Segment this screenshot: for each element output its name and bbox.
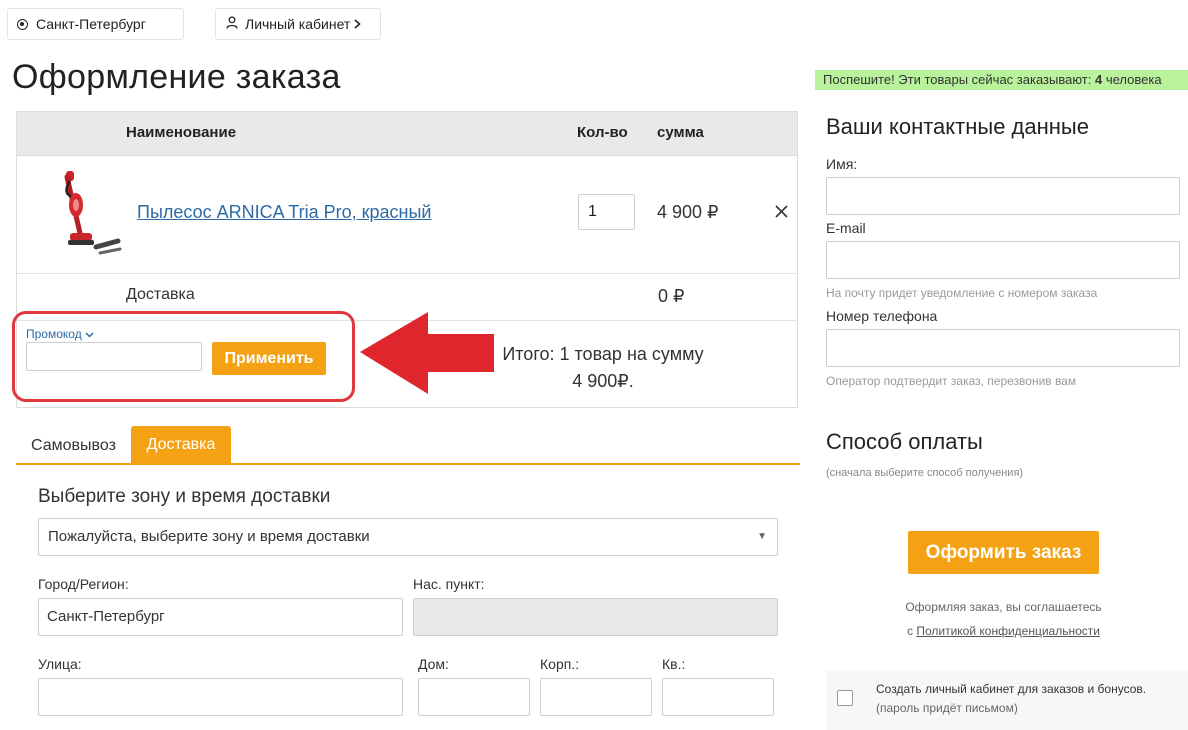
create-account-box: Создать личный кабинет для заказов и бон… — [826, 670, 1188, 730]
payment-hint: (сначала выберите способ получения) — [826, 467, 1024, 479]
create-account-sub: (пароль придёт письмом) — [876, 701, 1018, 715]
agreement-text: Оформляя заказ, вы соглашаетесь с Полити… — [826, 595, 1181, 643]
apartment-label: Кв.: — [662, 656, 686, 672]
row-divider — [17, 273, 797, 274]
payment-title: Способ оплаты — [826, 429, 983, 454]
name-input[interactable] — [826, 177, 1180, 215]
header-name: Наименование — [126, 124, 237, 141]
personal-cabinet-label: Личный кабинет — [245, 16, 351, 32]
zone-time-select[interactable]: Пожалуйста, выберите зону и время достав… — [38, 518, 778, 556]
total-line-2: 4 900₽. — [572, 371, 634, 391]
red-arrow-icon — [360, 312, 494, 394]
tab-pickup[interactable]: Самовывоз — [31, 437, 116, 455]
create-account-checkbox[interactable] — [837, 690, 853, 706]
total-line-1: Итого: 1 товар на сумму — [502, 344, 704, 364]
header-sum: сумма — [657, 124, 704, 141]
apartment-input[interactable] — [662, 678, 774, 716]
email-hint: На почту придет уведомление с номером за… — [826, 286, 1098, 300]
city-region-label: Город/Регион: — [38, 576, 129, 592]
zone-title: Выберите зону и время доставки — [38, 486, 331, 507]
delivery-value: 0 ₽ — [658, 286, 685, 306]
house-label: Дом: — [418, 656, 449, 672]
place-order-button[interactable]: Оформить заказ — [908, 531, 1099, 574]
settlement-label: Нас. пункт: — [413, 576, 485, 592]
building-input[interactable] — [540, 678, 652, 716]
building-label: Корп.: — [540, 656, 580, 672]
personal-cabinet-button[interactable]: Личный кабинет — [215, 8, 381, 40]
privacy-policy-link[interactable]: Политикой конфиденциальности — [916, 624, 1100, 638]
chevron-right-icon — [354, 16, 362, 32]
agreement-link-line: с Политикой конфиденциальности — [826, 619, 1181, 643]
location-radio-icon — [17, 18, 28, 30]
street-label: Улица: — [38, 656, 82, 672]
email-input[interactable] — [826, 241, 1180, 279]
hurry-count: 4 — [1095, 72, 1103, 87]
city-region-input[interactable]: Санкт-Петербург — [38, 598, 403, 636]
street-input[interactable] — [38, 678, 403, 716]
hurry-suffix: человека — [1105, 72, 1162, 87]
create-account-label: Создать личный кабинет для заказов и бон… — [876, 682, 1147, 696]
tab-delivery[interactable]: Доставка — [131, 426, 231, 464]
promo-highlight-box — [12, 311, 355, 402]
item-price: 4 900 ₽ — [657, 202, 719, 222]
name-label: Имя: — [826, 156, 858, 172]
city-label: Санкт-Петербург — [36, 16, 146, 32]
close-icon — [775, 205, 788, 218]
tab-underline — [16, 463, 800, 465]
header-qty: Кол-во — [577, 124, 628, 141]
email-label: E-mail — [826, 220, 866, 236]
product-image — [64, 171, 122, 255]
zone-select-value: Пожалуйста, выберите зону и время достав… — [48, 528, 370, 545]
cart-total: Итого: 1 товар на сумму 4 900₽. — [487, 341, 719, 395]
remove-item-button[interactable] — [775, 201, 788, 224]
caret-down-icon: ▼ — [757, 531, 767, 542]
phone-label: Номер телефона — [826, 308, 938, 324]
hurry-prefix: Поспешите! Эти товары сейчас заказывают: — [823, 72, 1092, 87]
contact-title: Ваши контактные данные — [826, 114, 1089, 139]
quantity-input[interactable] — [578, 194, 635, 230]
city-region-value: Санкт-Петербург — [47, 608, 165, 625]
settlement-input[interactable] — [413, 598, 778, 636]
city-selector-button[interactable]: Санкт-Петербург — [7, 8, 184, 40]
user-icon — [226, 16, 238, 32]
create-account-text: Создать личный кабинет для заказов и бон… — [876, 680, 1146, 718]
product-link[interactable]: Пылесос ARNICA Tria Pro, красный — [137, 202, 431, 223]
hurry-banner: Поспешите! Эти товары сейчас заказывают:… — [815, 70, 1188, 90]
page-title: Оформление заказа — [12, 58, 341, 96]
agreement-line: Оформляя заказ, вы соглашаетесь — [905, 600, 1102, 614]
delivery-label: Доставка — [126, 286, 195, 303]
phone-hint: Оператор подтвердит заказ, перезвонив ва… — [826, 374, 1077, 388]
cart-header: Наименование Кол-во сумма — [17, 112, 797, 156]
phone-input[interactable] — [826, 329, 1180, 367]
house-input[interactable] — [418, 678, 530, 716]
agreement-prefix: с — [907, 624, 914, 638]
